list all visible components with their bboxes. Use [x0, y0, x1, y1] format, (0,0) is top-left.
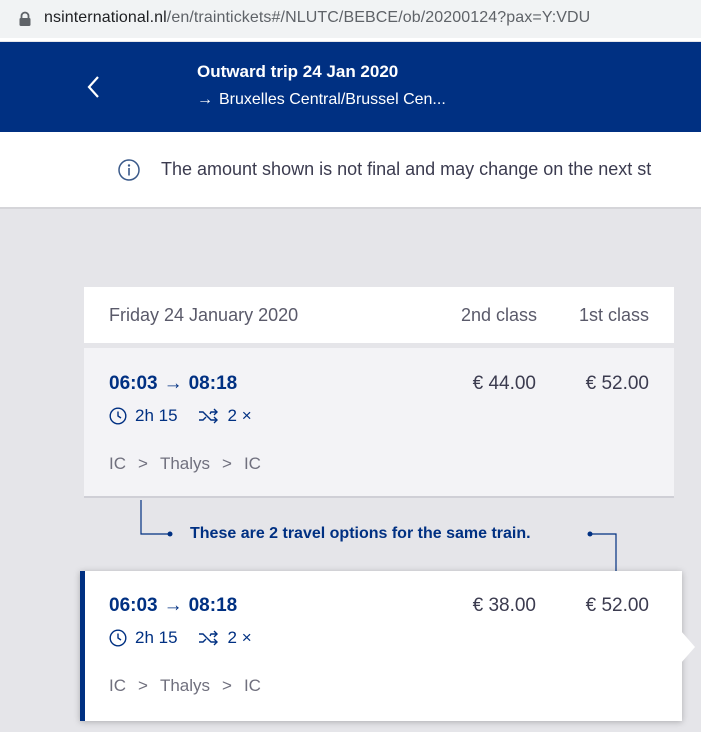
route-leg: Thalys: [159, 676, 211, 695]
same-train-note: These are 2 travel options for the same …: [190, 525, 531, 542]
route-leg: IC: [109, 676, 126, 695]
clock-icon: [109, 629, 127, 647]
route: IC > Thalys > IC: [109, 676, 261, 696]
duration: 2h 15: [135, 628, 178, 647]
trip-option-selected[interactable]: 06:03 → 08:18 2h 15 2 × IC > Thalys > IC € 38.…: [80, 571, 682, 721]
chevron-right-icon: >: [222, 676, 232, 695]
selection-pointer: [681, 631, 695, 663]
transfer-icon: [198, 630, 218, 646]
transfer-count: 2 ×: [227, 628, 252, 647]
trip-meta: 2h 15 2 ×: [109, 628, 252, 648]
arrow-right-icon: →: [163, 595, 183, 616]
trip-times: 06:03 → 08:18: [109, 595, 237, 617]
arrival-time: 08:18: [188, 595, 238, 616]
price-second-class[interactable]: € 38.00: [473, 595, 536, 617]
chevron-right-icon: >: [138, 676, 148, 695]
price-first-class[interactable]: € 52.00: [586, 595, 649, 617]
route-leg: IC: [243, 676, 261, 695]
departure-time: 06:03: [109, 595, 158, 616]
